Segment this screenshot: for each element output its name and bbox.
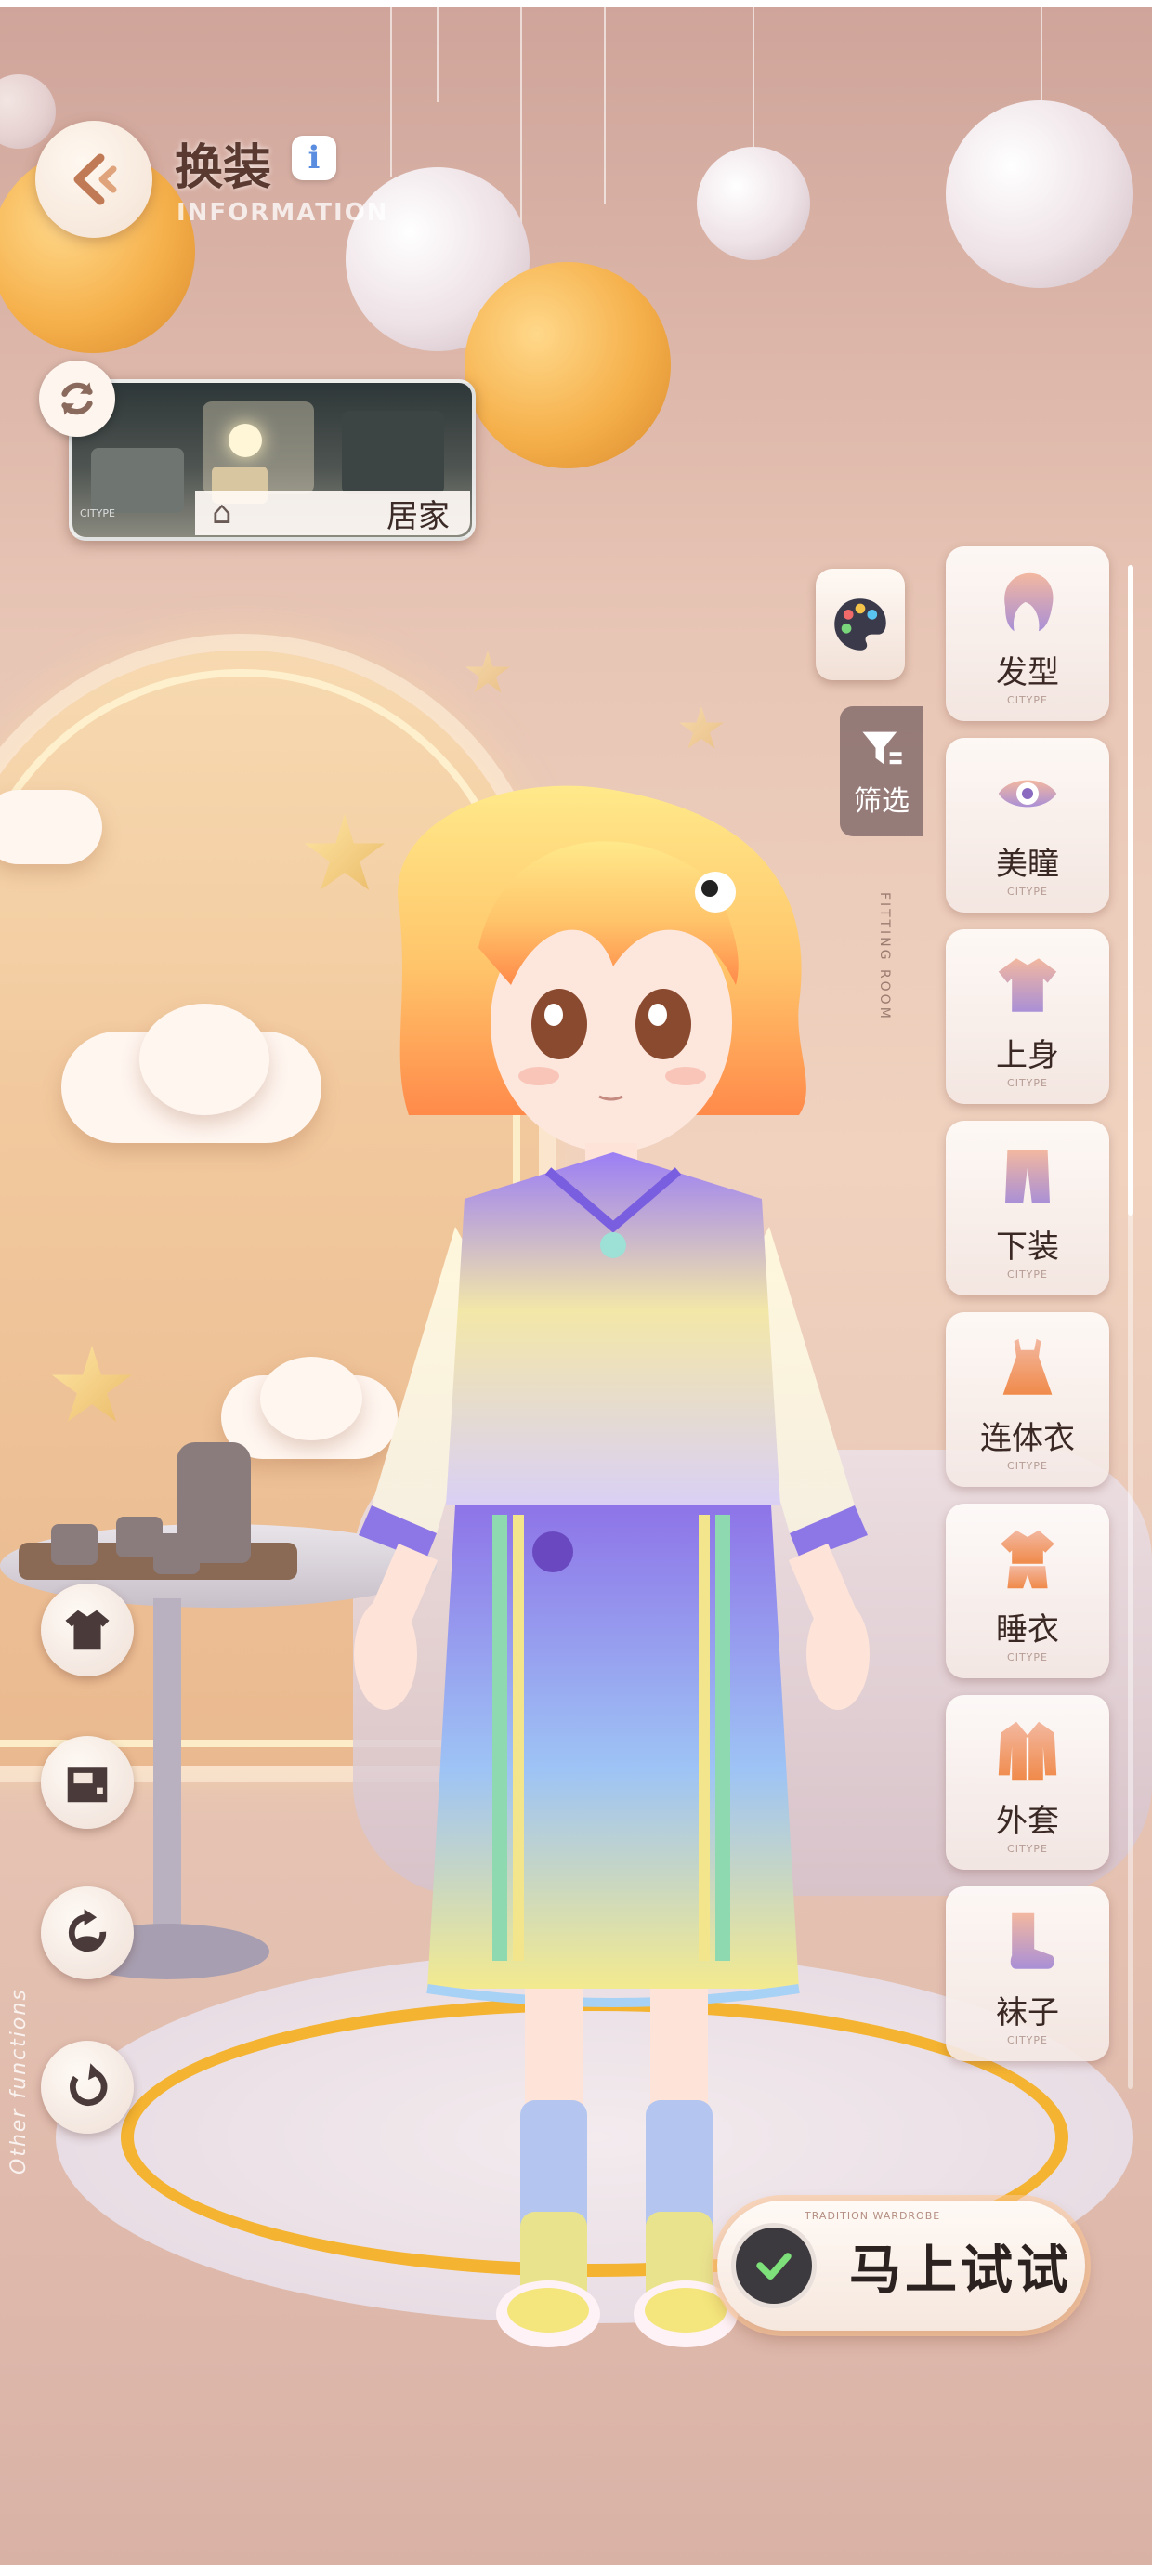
category-hair[interactable]: 发型 CITYPE xyxy=(946,546,1109,721)
category-sub: CITYPE xyxy=(1007,886,1048,898)
category-sub: CITYPE xyxy=(1007,1651,1048,1663)
category-label: 上身 xyxy=(996,1037,1059,1074)
category-label: 发型 xyxy=(996,654,1059,691)
home-icon: ⌂ xyxy=(212,494,232,532)
category-coat[interactable]: 外套 CITYPE xyxy=(946,1695,1109,1870)
orb-white xyxy=(946,100,1133,288)
category-label: 袜子 xyxy=(996,1994,1059,2031)
refresh-icon xyxy=(61,382,93,415)
category-label: 下装 xyxy=(996,1229,1059,1266)
wardrobe-icon xyxy=(67,1767,108,1803)
category-label: 连体衣 xyxy=(980,1420,1075,1457)
scene-lamp xyxy=(229,424,262,457)
eye-icon xyxy=(992,758,1063,829)
category-sub: CITYPE xyxy=(1007,1460,1048,1472)
top-icon xyxy=(992,950,1063,1020)
filter-icon xyxy=(862,731,902,765)
wardrobe-button[interactable] xyxy=(41,1736,134,1829)
hanging-string xyxy=(753,0,754,149)
bottom-strip xyxy=(0,2565,1152,2576)
fitting-room-label: FITTING ROOM xyxy=(877,892,892,1021)
coat-icon xyxy=(992,1715,1063,1786)
category-sub: CITYPE xyxy=(1007,2034,1048,2046)
scene-chair xyxy=(91,448,184,513)
avatar-character xyxy=(316,781,910,2379)
other-functions-label: Other functions xyxy=(7,1988,31,2175)
hanging-string xyxy=(604,0,606,204)
orb-orange xyxy=(465,262,671,468)
filter-label: 筛选 xyxy=(854,785,910,818)
table-leg xyxy=(153,1598,181,1942)
scene-label-bar[interactable]: ⌂ 居家 xyxy=(195,491,470,535)
category-label: 睡衣 xyxy=(996,1611,1059,1649)
try-now-label: 马上试试 xyxy=(849,2240,1072,2301)
category-bottom[interactable]: 下装 CITYPE xyxy=(946,1121,1109,1295)
category-dress[interactable]: 连体衣 CITYPE xyxy=(946,1312,1109,1487)
rotate-button[interactable] xyxy=(41,1886,134,1979)
hanging-string xyxy=(437,0,439,102)
orb-white xyxy=(697,147,810,260)
check-icon xyxy=(736,2228,812,2304)
category-sub: CITYPE xyxy=(1007,694,1048,706)
star-decoration xyxy=(679,706,724,749)
category-eyes[interactable]: 美瞳 CITYPE xyxy=(946,738,1109,913)
try-now-tag: TRADITION WARDROBE xyxy=(805,2210,941,2222)
hanging-string xyxy=(1041,0,1042,102)
color-palette-button[interactable] xyxy=(816,569,905,680)
outfit-icon xyxy=(65,1610,110,1650)
cloud-decoration xyxy=(0,790,102,864)
category-sub: CITYPE xyxy=(1007,1268,1048,1281)
star-decoration xyxy=(465,651,510,693)
back-arrow-icon xyxy=(73,153,117,205)
back-button[interactable] xyxy=(35,121,152,238)
category-top[interactable]: 上身 CITYPE xyxy=(946,929,1109,1104)
rotate-icon xyxy=(68,1909,107,1952)
dress-icon xyxy=(992,1333,1063,1403)
category-sub: CITYPE xyxy=(1007,1843,1048,1855)
status-strip xyxy=(0,0,1152,7)
scene-name: 居家 xyxy=(386,497,450,535)
outfit-button[interactable] xyxy=(41,1584,134,1676)
character-figure xyxy=(354,785,870,2347)
category-label: 外套 xyxy=(996,1803,1059,1840)
teapot xyxy=(177,1442,251,1563)
page-title: 换装 xyxy=(175,140,272,196)
hair-icon xyxy=(992,567,1063,637)
palette-icon xyxy=(834,598,886,651)
switch-scene-button[interactable] xyxy=(39,361,115,437)
reset-icon xyxy=(70,2063,108,2107)
tea-cup xyxy=(51,1524,98,1565)
category-label: 美瞳 xyxy=(996,846,1059,883)
hanging-string xyxy=(390,0,392,177)
category-pajamas[interactable]: 睡衣 CITYPE xyxy=(946,1504,1109,1678)
orb-white xyxy=(0,74,56,149)
category-scrollbar-thumb[interactable] xyxy=(1128,565,1133,1216)
scene-tag: CITYPE xyxy=(80,507,115,519)
category-sub: CITYPE xyxy=(1007,1077,1048,1089)
reset-button[interactable] xyxy=(41,2041,134,2134)
pajamas-icon xyxy=(992,1524,1063,1595)
filter-button[interactable]: 筛选 xyxy=(840,706,923,836)
socks-icon xyxy=(992,1907,1063,1978)
scene-shelf xyxy=(342,411,444,494)
info-icon[interactable]: i xyxy=(292,136,336,180)
category-socks[interactable]: 袜子 CITYPE xyxy=(946,1886,1109,2061)
bottom-icon xyxy=(992,1141,1063,1212)
cloud-decoration xyxy=(139,1004,269,1115)
page-subtitle: INFORMATION xyxy=(177,199,389,227)
